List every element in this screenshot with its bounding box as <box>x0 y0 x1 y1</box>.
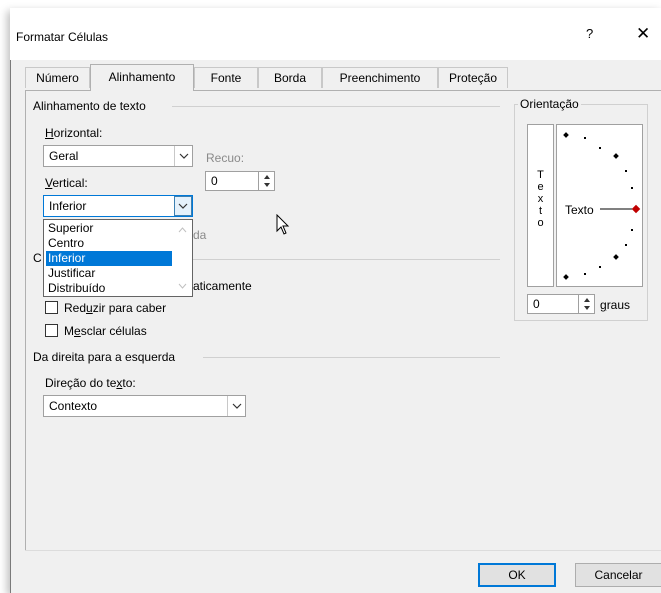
chevron-down-icon[interactable] <box>174 196 192 216</box>
tab-preenchimento[interactable]: Preenchimento <box>322 67 438 88</box>
indent-label: Recuo: <box>206 151 245 165</box>
tab-borda[interactable]: Borda <box>258 67 322 88</box>
chevron-down-icon[interactable] <box>227 396 245 416</box>
spin-icon[interactable] <box>578 295 594 313</box>
shrink-to-fit-label: Reduzir para caber <box>64 301 167 315</box>
text-direction-label: Direção do texto: <box>45 376 136 390</box>
vertical-text-char: t <box>538 205 543 217</box>
shrink-to-fit-checkbox[interactable] <box>45 301 58 314</box>
option-justificar[interactable]: Justificar <box>46 266 172 281</box>
indent-stepper[interactable]: 0 <box>205 171 275 191</box>
horizontal-value: Geral <box>49 149 79 163</box>
mouse-cursor-icon <box>276 213 290 239</box>
degrees-label: graus <box>600 298 631 312</box>
option-centro[interactable]: Centro <box>46 236 172 251</box>
tab-alinhamento[interactable]: Alinhamento <box>90 64 194 91</box>
vertical-text-char: e <box>537 181 544 193</box>
vertical-select[interactable]: Inferior <box>43 195 193 217</box>
group-divider <box>172 106 500 107</box>
dialog-title: Formatar Células <box>16 30 109 44</box>
list-scrollbar[interactable] <box>175 222 190 294</box>
vertical-text-char: x <box>537 193 544 205</box>
group-divider <box>203 357 500 358</box>
cancel-button[interactable]: Cancelar <box>575 563 661 587</box>
ok-button[interactable]: OK <box>478 563 556 587</box>
option-distribuido[interactable]: Distribuído <box>46 281 172 296</box>
group-divider <box>193 259 500 260</box>
text-alignment-group-label: Alinhamento de texto <box>33 99 146 113</box>
wrap-text-partial-label: aticamente <box>193 279 252 293</box>
horizontal-label: Horizontal: <box>45 126 103 140</box>
text-direction-value: Contexto <box>49 399 98 413</box>
vertical-text-char: T <box>537 169 544 181</box>
merge-cells-checkbox[interactable] <box>45 324 58 337</box>
option-inferior[interactable]: Inferior <box>46 251 172 266</box>
orientation-dial[interactable]: Texto <box>556 124 643 287</box>
tab-fonte[interactable]: Fonte <box>194 67 258 88</box>
chevron-down-icon[interactable] <box>174 146 192 166</box>
tab-protecao[interactable]: Proteção <box>438 67 508 88</box>
text-control-group-partial: C <box>33 251 42 265</box>
distributed-partial-label: da <box>193 228 207 242</box>
text-direction-select[interactable]: Contexto <box>43 395 246 417</box>
spin-icon[interactable] <box>258 172 274 190</box>
dial-text: Texto <box>565 203 594 217</box>
horizontal-select[interactable]: Geral <box>43 145 193 167</box>
merge-cells-label: Mesclar células <box>64 324 147 338</box>
vertical-label: Vertical: <box>45 176 88 190</box>
vertical-dropdown-list[interactable]: Superior Centro Inferior Justificar Dist… <box>43 219 193 297</box>
vertical-text-char: o <box>537 217 544 229</box>
vertical-text-box[interactable]: T e x t o <box>527 124 554 287</box>
degrees-stepper[interactable]: 0 <box>527 294 595 314</box>
option-superior[interactable]: Superior <box>46 221 172 236</box>
footer-divider <box>25 550 661 551</box>
degrees-value: 0 <box>533 297 540 311</box>
orientation-group-label: Orientação <box>518 97 581 111</box>
indent-value: 0 <box>211 174 218 188</box>
help-button[interactable]: ? <box>586 26 593 41</box>
close-icon[interactable]: ✕ <box>636 24 650 44</box>
vertical-value: Inferior <box>49 199 87 213</box>
tab-numero[interactable]: Número <box>25 67 90 88</box>
rtl-group-label: Da direita para a esquerda <box>33 350 176 364</box>
